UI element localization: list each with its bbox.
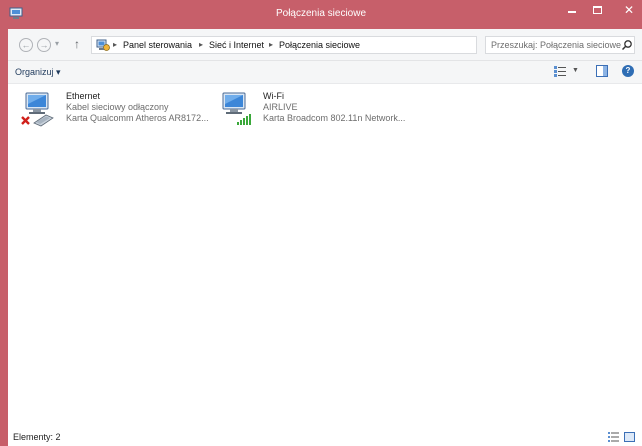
connection-item-ethernet[interactable]: Ethernet Kabel sieciowy odłączony Karta …: [20, 91, 210, 131]
ethernet-disconnected-icon: [21, 92, 54, 127]
help-icon[interactable]: ?: [622, 65, 634, 77]
control-panel-icon: [96, 39, 110, 51]
back-arrow-icon[interactable]: ←: [19, 38, 33, 52]
search-placeholder: Przeszukaj: Połączenia sieciowe: [491, 40, 622, 50]
breadcrumb-separator-icon[interactable]: ▸: [113, 40, 117, 49]
window-title: Połączenia sieciowe: [275, 8, 367, 19]
search-input[interactable]: Przeszukaj: Połączenia sieciowe: [485, 36, 635, 54]
search-icon[interactable]: [621, 39, 633, 51]
connection-item-wifi[interactable]: Wi-Fi AIRLIVE Karta Broadcom 802.11n Net…: [217, 91, 407, 131]
navigation-bar: ← → ▾ ↑ ▸ Panel sterowania ▸ Sieć i Inte…: [8, 29, 642, 61]
view-options-chevron-icon[interactable]: ▼: [572, 67, 579, 74]
breadcrumb-network-internet[interactable]: Sieć i Internet: [209, 40, 264, 50]
title-bar[interactable]: Połączenia sieciowe ✕: [0, 0, 642, 29]
address-bar[interactable]: ▸ Panel sterowania ▸ Sieć i Internet ▸ P…: [91, 36, 556, 54]
breadcrumb-separator-icon[interactable]: ▸: [199, 40, 203, 49]
connection-name: Ethernet: [66, 91, 101, 101]
large-icons-view-icon[interactable]: [624, 432, 635, 442]
status-bar: Elementy: 2: [8, 428, 642, 446]
breadcrumb-control-panel[interactable]: Panel sterowania: [123, 40, 192, 50]
preview-pane-icon[interactable]: [596, 65, 608, 77]
command-bar: Organizuj ▾ ▼ ?: [8, 61, 642, 84]
recent-locations-chevron-icon[interactable]: ▾: [55, 39, 59, 48]
up-arrow-icon[interactable]: ↑: [74, 37, 80, 51]
connection-device: Karta Qualcomm Atheros AR8172...: [66, 113, 209, 123]
details-view-icon[interactable]: [608, 432, 619, 442]
connection-name: Wi-Fi: [263, 91, 284, 101]
item-count: Elementy: 2: [13, 432, 61, 442]
connection-device: Karta Broadcom 802.11n Network...: [263, 113, 406, 123]
organize-button[interactable]: Organizuj ▾: [15, 67, 61, 78]
close-icon[interactable]: ✕: [620, 2, 638, 18]
explorer-window: Połączenia sieciowe ✕ ← → ▾ ↑ ▸ Panel st…: [0, 0, 642, 446]
breadcrumb-network-connections[interactable]: Połączenia sieciowe: [279, 40, 360, 50]
forward-arrow-icon[interactable]: →: [37, 38, 51, 52]
client-area: ← → ▾ ↑ ▸ Panel sterowania ▸ Sieć i Inte…: [8, 29, 642, 446]
maximize-icon[interactable]: [593, 6, 602, 14]
connection-status: AIRLIVE: [263, 102, 298, 112]
connection-status: Kabel sieciowy odłączony: [66, 102, 169, 112]
breadcrumb-separator-icon[interactable]: ▸: [269, 40, 273, 49]
change-view-icon[interactable]: [554, 66, 566, 77]
wifi-connected-icon: [222, 92, 251, 125]
minimize-icon[interactable]: [568, 11, 576, 13]
